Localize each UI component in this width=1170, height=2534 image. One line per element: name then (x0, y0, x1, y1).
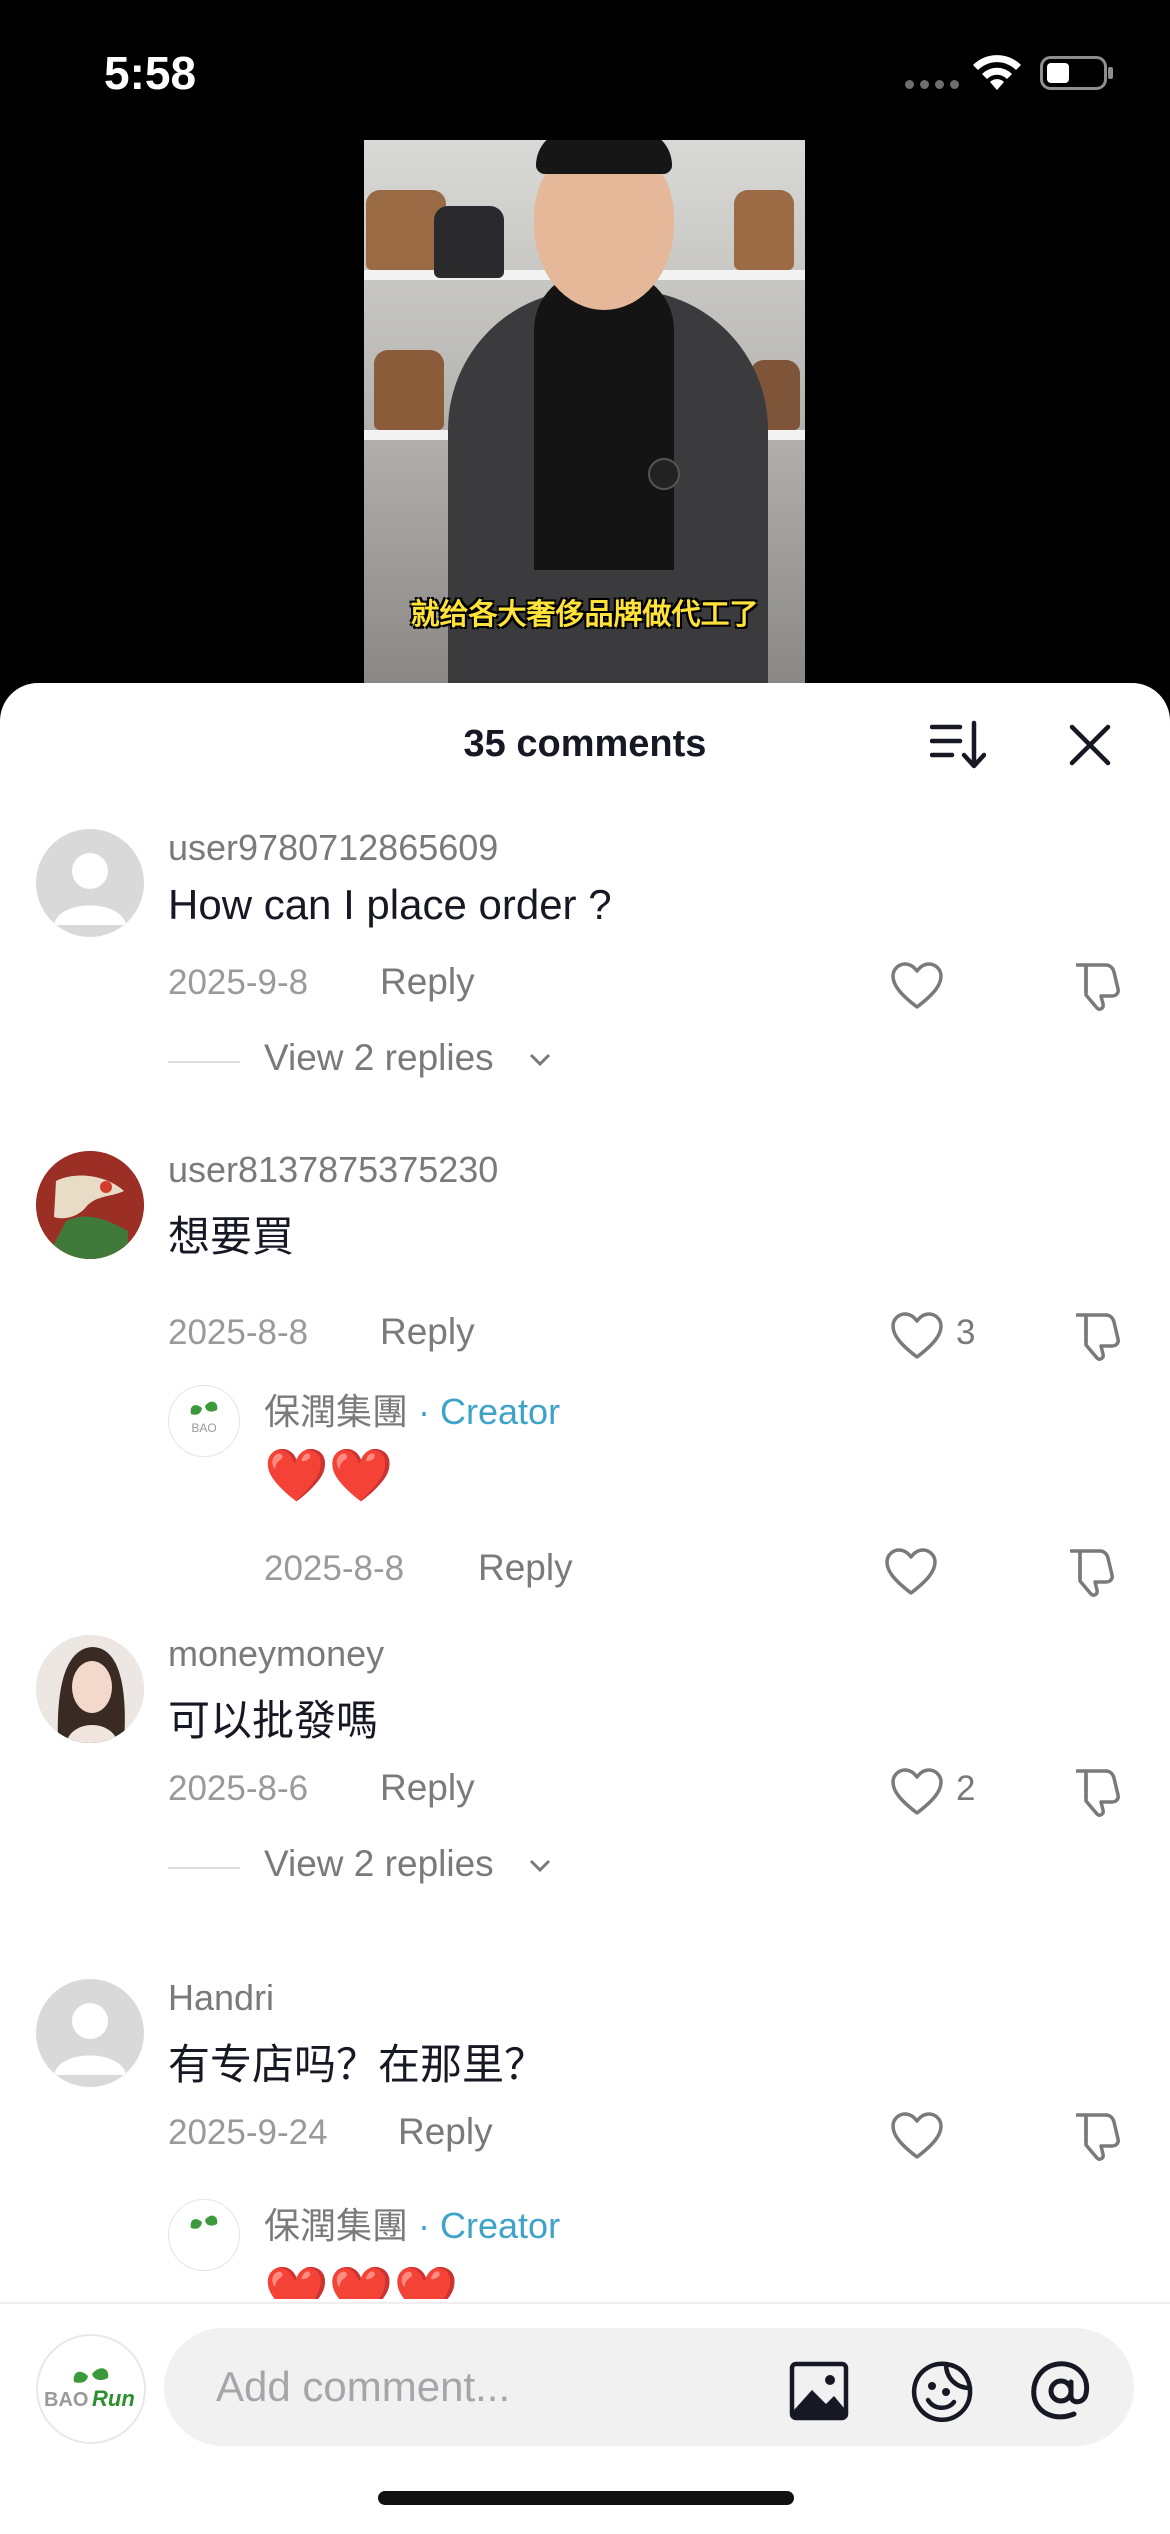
like-count: 3 (956, 1313, 976, 1352)
avatar[interactable] (36, 829, 144, 937)
creator-badge: · Creator (418, 2205, 561, 2246)
comments-count-title: 35 comments (463, 723, 707, 765)
creator-avatar[interactable] (168, 2199, 240, 2271)
video-subtitle: 就给各大奢侈品牌做代工了 (410, 599, 759, 631)
heart-icon[interactable] (890, 2111, 944, 2161)
video-player[interactable]: 就给各大奢侈品牌做代工了 (364, 140, 805, 685)
sort-icon[interactable] (930, 719, 986, 771)
comment-text: 可以批發嗎 (168, 1697, 379, 1744)
comment-username[interactable]: user8137875375230 (168, 1149, 498, 1191)
heart-icon[interactable] (890, 1767, 944, 1817)
close-icon[interactable] (1066, 721, 1114, 769)
comment-text: 有专店吗？在那里？ (168, 2041, 547, 2088)
wifi-icon (973, 55, 1021, 90)
heart-icon[interactable] (890, 1311, 944, 1361)
comment-date: 2025-9-8 (168, 963, 309, 1002)
reply-text: ❤️❤️❤️ (264, 2265, 459, 2299)
reply-button[interactable]: Reply (478, 1547, 573, 1589)
like-count: 2 (956, 1769, 976, 1808)
dislike-icon[interactable] (1070, 1309, 1122, 1361)
comment-date: 2025-8-6 (168, 1769, 309, 1808)
view-replies-label: View 2 replies (264, 1843, 494, 1884)
dislike-icon[interactable] (1070, 2109, 1122, 2161)
dislike-icon[interactable] (1064, 1545, 1116, 1597)
mention-icon[interactable] (1028, 2358, 1094, 2424)
comments-sheet: 35 comments user9780712865609 How can I … (0, 683, 1170, 2532)
chevron-down-icon (529, 1053, 551, 1067)
creator-badge: · Creator (418, 1391, 561, 1432)
avatar[interactable] (36, 1635, 144, 1743)
reply-button[interactable]: Reply (380, 961, 475, 1003)
reply-text: ❤️❤️ (264, 1447, 394, 1505)
my-avatar[interactable]: BAO Run (36, 2334, 146, 2444)
comment-username[interactable]: user9780712865609 (168, 827, 498, 869)
battery-icon (1040, 56, 1113, 90)
reply-username[interactable]: 保潤集團 · Creator (264, 1383, 560, 1435)
reply-button[interactable]: Reply (380, 1311, 475, 1353)
reply-button[interactable]: Reply (398, 2111, 493, 2153)
heart-icon[interactable] (884, 1547, 938, 1597)
home-indicator[interactable] (378, 2491, 794, 2505)
logo-text: Run (92, 2386, 135, 2411)
avatar[interactable] (36, 1979, 144, 2087)
comment-text: 想要買 (168, 1213, 295, 1260)
logo-text: BAO (44, 2389, 88, 2411)
cellular-signal-icon (905, 80, 959, 90)
emoji-icon[interactable] (910, 2358, 976, 2424)
comment-input-box[interactable] (164, 2328, 1134, 2446)
reply-button[interactable]: Reply (380, 1767, 475, 1809)
comment-text: How can I place order ? (168, 881, 612, 928)
comment-date: 2025-9-24 (168, 2113, 328, 2152)
logo-text: BAO (191, 1421, 216, 1435)
creator-avatar[interactable]: BAO (168, 1385, 240, 1457)
status-bar: 5:58 (0, 0, 1170, 140)
comment-username[interactable]: Handri (168, 1977, 274, 2019)
image-icon[interactable] (788, 2360, 850, 2422)
dislike-icon[interactable] (1070, 959, 1122, 1011)
comment-username[interactable]: moneymoney (168, 1633, 384, 1675)
comment-date: 2025-8-8 (168, 1313, 309, 1352)
heart-icon[interactable] (890, 961, 944, 1011)
reply-username[interactable]: 保潤集團 · Creator (264, 2197, 560, 2249)
view-replies-button[interactable]: View 2 replies (168, 1843, 668, 1893)
status-time: 5:58 (104, 47, 197, 99)
chevron-down-icon (529, 1859, 551, 1873)
dislike-icon[interactable] (1070, 1765, 1122, 1817)
comment-input[interactable] (214, 2358, 738, 2416)
avatar[interactable] (36, 1151, 144, 1259)
view-replies-label: View 2 replies (264, 1037, 494, 1078)
view-replies-button[interactable]: View 2 replies (168, 1037, 668, 1087)
reply-date: 2025-8-8 (264, 1549, 405, 1588)
